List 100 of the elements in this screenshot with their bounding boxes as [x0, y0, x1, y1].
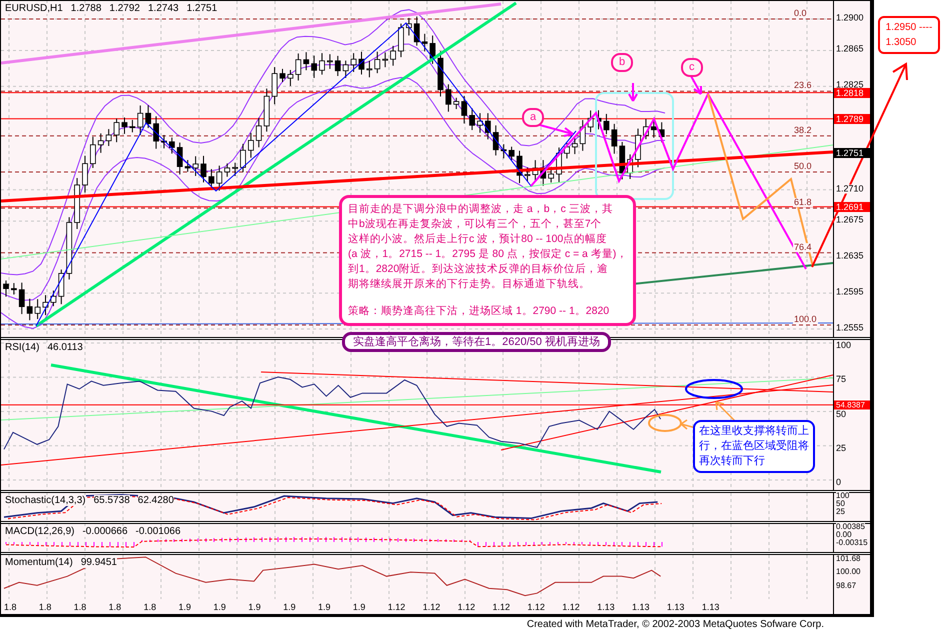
candlestick — [596, 110, 602, 130]
target-line: 1.2950 ---- — [886, 21, 932, 35]
candlestick — [18, 282, 25, 315]
indicator-label: Stochastic(14,3,3) — [5, 495, 86, 506]
candlestick — [34, 298, 40, 320]
candlestick — [438, 50, 444, 98]
time-tick: 1.8 — [3, 602, 18, 612]
time-tick: 1.9 — [247, 602, 262, 612]
candlestick — [564, 142, 570, 160]
note-line: 在这里收支撑将转而上 — [699, 424, 809, 439]
fib-level-label: 100.0 — [793, 315, 818, 324]
candlestick — [82, 155, 88, 194]
candlestick — [461, 95, 468, 124]
rsi-tick: 50 — [836, 410, 846, 419]
candlestick — [153, 116, 159, 150]
indicator-tick: 0.00385 — [836, 523, 865, 531]
candlestick — [635, 128, 641, 168]
rsi-tick: 0 — [836, 478, 842, 488]
candlestick — [414, 16, 420, 46]
fib-level-label: 50.0 — [793, 162, 813, 172]
price-tick: 1.2865 — [836, 45, 864, 54]
candlestick — [106, 128, 112, 146]
price-tag: 1.2818 — [834, 88, 870, 98]
time-tick: 1.12 — [422, 602, 442, 612]
target-line: 1.3050 — [886, 36, 918, 50]
rsi-tag: 54.8387 — [834, 400, 870, 410]
candlestick — [169, 137, 175, 154]
strategy-text: 策略：顺势逢高往下沽，进场区域 1。2790 -- 1。2820 — [348, 304, 610, 319]
candlestick — [66, 216, 72, 280]
candlestick — [398, 23, 404, 58]
rsi-tick: 25 — [836, 444, 846, 453]
candlestick — [334, 55, 341, 76]
candlestick — [516, 150, 522, 184]
candlestick — [350, 52, 356, 72]
indicator-tick: 100.00 — [836, 568, 860, 576]
fib-level-label: 23.6 — [793, 81, 813, 90]
wave-label: b — [611, 53, 634, 72]
candlestick — [446, 84, 452, 112]
indicator-value: 62.4280 — [138, 495, 174, 506]
quote-value: 1.2792 — [109, 3, 140, 14]
candlestick — [390, 45, 396, 66]
candlestick — [3, 280, 9, 298]
wave-label: a — [522, 108, 544, 127]
indicator-value: 46.0113 — [47, 342, 83, 353]
time-tick: 1.12 — [456, 602, 476, 612]
time-tick: 1.12 — [526, 602, 546, 612]
candlestick — [161, 134, 167, 149]
price-tick: 1.2595 — [836, 288, 864, 297]
candlestick — [319, 52, 325, 76]
candlestick — [90, 136, 96, 168]
candlestick — [358, 51, 364, 75]
indicator-value: -0.000666 — [82, 526, 128, 537]
indicator-value: 65.5738 — [94, 495, 130, 506]
candlestick — [342, 60, 349, 78]
indicator-tick: 100 — [836, 492, 850, 500]
candlestick — [232, 162, 238, 177]
candlestick — [114, 118, 120, 143]
rsi-tick: 75 — [836, 375, 846, 384]
leader-line — [628, 82, 638, 102]
candlestick — [611, 123, 618, 154]
candlestick — [540, 160, 546, 186]
indicator-tick: 0.00 — [836, 531, 852, 539]
candlestick — [184, 159, 191, 172]
candlestick — [145, 104, 152, 129]
price-tick: 1.2710 — [836, 184, 864, 194]
candlestick — [604, 113, 610, 135]
candlestick — [272, 66, 278, 105]
indicator-label: Momentum(14) — [5, 557, 73, 568]
time-tick: 1.8 — [72, 602, 88, 612]
note-line: 再次转而下行 — [699, 454, 766, 469]
note-line: 这样的小波。然后走上行c 波，预计80 -- 100点的幅度 — [348, 232, 608, 247]
candlestick — [240, 143, 246, 173]
quote-value: 1.2751 — [186, 3, 218, 14]
time-tick: 1.13 — [631, 602, 651, 612]
candlestick — [477, 112, 483, 134]
indicator-tick: 101.68 — [836, 555, 860, 563]
note-line: 中b波现在再走复杂波，可以有三个，五个，甚至7个 — [348, 217, 603, 232]
note-line: 目前走的是下调分浪中的调整波，走 a，b，c 三波，其 — [348, 202, 614, 217]
candlestick — [216, 165, 222, 192]
time-tick: 1.8 — [38, 602, 52, 612]
candlestick — [366, 60, 372, 78]
candlestick — [264, 88, 270, 132]
fib-level-label: 38.2 — [793, 126, 813, 135]
time-tick: 1.8 — [108, 602, 122, 612]
candlestick — [311, 55, 317, 78]
candlestick — [382, 52, 388, 68]
candlestick — [256, 117, 262, 148]
candlestick — [508, 146, 514, 161]
note-line: 到1。2820附近。到达这波技术反弹的目标价位后，逾 — [348, 262, 610, 277]
price-tick: 1.2900 — [836, 14, 864, 23]
fib-level-label: 0.0 — [793, 9, 808, 18]
fib-level-label: 76.4 — [793, 242, 813, 252]
candlestick — [74, 178, 80, 230]
indicator-tick: -0.00315 — [836, 539, 868, 547]
footer-credit: Created with MetaTrader, © 2002-2003 MetaQuotes Sofware Corp. — [526, 618, 824, 632]
price-tick: 1.2675 — [836, 216, 864, 225]
price-tag: 1.2691 — [834, 202, 870, 212]
candlestick — [500, 144, 507, 159]
symbol-label: EURUSD,H1 — [5, 3, 63, 14]
candlestick — [58, 269, 64, 305]
